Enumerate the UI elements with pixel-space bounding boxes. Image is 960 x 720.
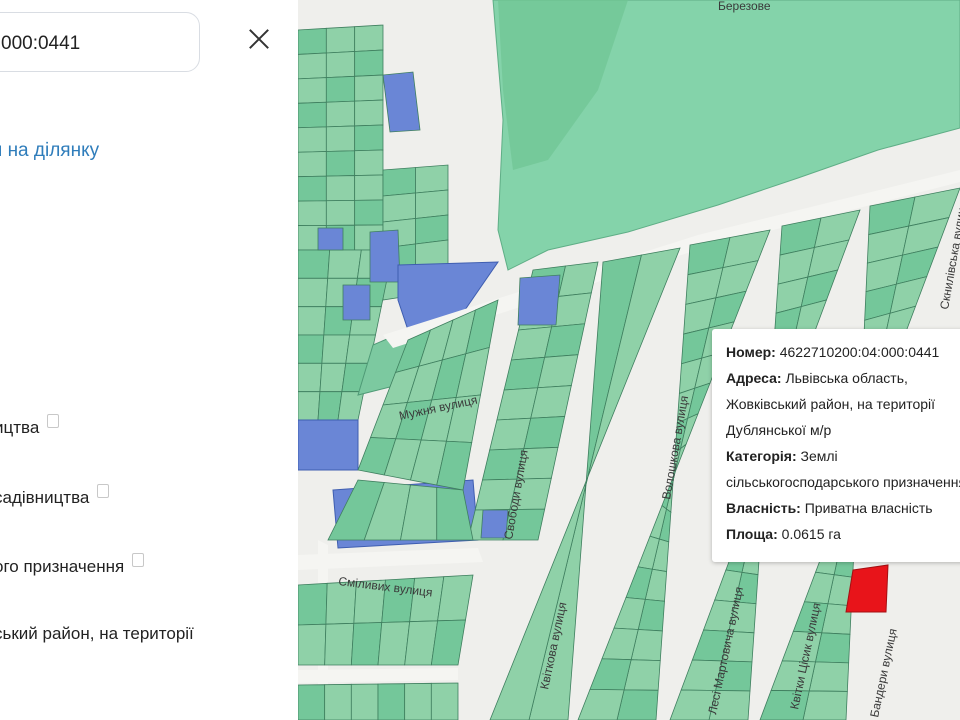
popup-value: Львівська область, [785,370,908,386]
parcel[interactable] [298,391,321,421]
parcel[interactable] [325,199,356,226]
popup-value: Землі [800,448,838,464]
popup-address-row: Адреса: Львівська область, [726,365,960,391]
popup-address-line: Жовківський район, на території [726,396,936,412]
parcel[interactable] [298,151,327,178]
popup-number-row: Номер: 4622710200:04:000:0441 [726,339,960,365]
cadastral-search-input[interactable]: 000:0441 [0,12,200,72]
blue-parcel[interactable] [342,284,371,321]
popup-value[interactable]: 4622710200:04:000:0441 [780,344,940,360]
parcel[interactable] [523,416,566,450]
parcel[interactable] [325,51,356,79]
parcel[interactable] [537,354,579,389]
panel-item-1-text: ицтва [0,418,40,437]
copy-icon[interactable] [97,484,110,498]
parcel[interactable] [354,199,384,226]
blue-parcel[interactable] [317,227,344,251]
parcel[interactable] [354,74,384,102]
parcel[interactable] [298,306,327,336]
popup-ownership-row: Власність: Приватна власність [726,495,960,521]
parcel[interactable] [354,24,384,52]
panel-item-3: ого призначення [0,553,145,577]
parcel[interactable] [354,149,384,176]
parcel[interactable] [325,26,356,54]
popup-label: Площа: [726,526,778,542]
popup-category-line: сільськогосподарського призначення [726,474,960,490]
parcel[interactable] [382,167,416,197]
parcel[interactable] [354,124,384,152]
parcel[interactable] [324,622,355,666]
parcel[interactable] [298,362,323,393]
parcel[interactable] [324,683,352,720]
parcel[interactable] [430,682,459,720]
parcel[interactable] [298,175,327,202]
parcel[interactable] [298,623,327,666]
popup-value: 0.0615 га [781,526,841,542]
side-panel: 000:0441 я на ділянку · ицтва садівництв… [0,0,298,720]
parcel[interactable] [298,582,328,626]
parcel[interactable] [298,684,326,720]
parcel[interactable] [321,334,351,364]
copy-icon[interactable] [132,553,145,567]
parcel[interactable] [298,126,327,153]
blue-parcel[interactable] [382,71,421,133]
parcel[interactable] [530,385,572,419]
parcel[interactable] [404,682,432,720]
copy-icon[interactable] [47,414,60,428]
panel-item-4: ський район, на території [0,624,194,644]
panel-item-2-text: садівництва [0,488,90,507]
parcel[interactable] [327,249,362,279]
parcel[interactable] [298,249,331,279]
blue-parcel[interactable] [517,274,561,326]
street-label: Березове [718,0,771,13]
popup-area-row: Площа: 0.0615 га [726,521,960,547]
parcel[interactable] [298,77,327,104]
parcel[interactable] [415,164,449,194]
popup-label: Власність: [726,500,801,516]
parcel[interactable] [354,174,384,201]
parcel[interactable] [298,334,325,364]
parcel[interactable] [377,683,406,720]
popup-category-row: Категорія: Землі [726,443,960,469]
parcel[interactable] [325,150,356,177]
popup-label: Категорія: [726,448,797,464]
parcel[interactable] [802,690,848,720]
parcel-link[interactable]: я на ділянку [0,140,99,162]
panel-item-2: садівництва [0,484,110,508]
popup-label: Номер: [726,344,776,360]
close-icon[interactable] [244,24,274,54]
parcel[interactable] [354,99,384,127]
panel-item-1: ицтва [0,414,60,438]
search-value[interactable]: 000:0441 [1,33,80,55]
parcel[interactable] [354,49,384,77]
parcel[interactable] [415,214,449,245]
parcel[interactable] [382,192,416,223]
parcel[interactable] [325,175,356,202]
parcel[interactable] [325,100,356,128]
parcel[interactable] [350,683,379,720]
panel-item-4-text: ський район, на території [0,624,194,643]
popup-label: Адреса: [726,370,782,386]
parcel[interactable] [298,27,327,55]
parcel[interactable] [377,621,411,666]
popup-value: Приватна власність [804,500,933,516]
parcel[interactable] [298,277,329,308]
parcel[interactable] [319,362,347,393]
parcel[interactable] [350,622,383,666]
parcel[interactable] [325,75,356,103]
blue-parcel[interactable] [369,229,401,283]
parcel[interactable] [298,101,327,129]
parcel[interactable] [415,189,449,219]
parcel[interactable] [298,200,327,226]
popup-address-line: Дублянської м/р [726,422,832,438]
parcel[interactable] [298,52,327,80]
parcel[interactable] [325,125,356,152]
panel-item-3-text: ого призначення [0,557,125,576]
blue-parcel[interactable] [298,419,359,471]
parcel-info-popup: Номер: 4622710200:04:000:0441 Адреса: Ль… [712,329,960,562]
parcel[interactable] [808,661,850,692]
selected-parcel[interactable] [845,564,889,613]
